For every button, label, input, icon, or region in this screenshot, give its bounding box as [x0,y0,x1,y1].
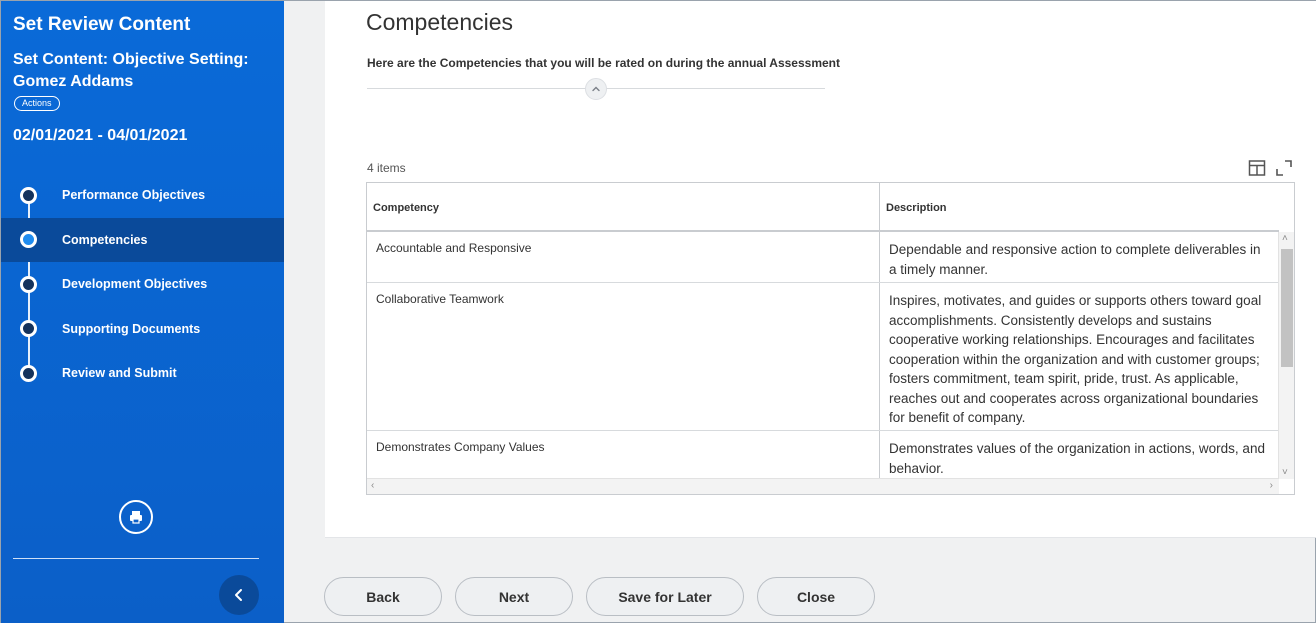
step-competencies[interactable]: Competencies [1,217,284,262]
save-for-later-button[interactable]: Save for Later [586,577,744,616]
competency-cell: Collaborative Teamwork [376,292,504,306]
table-header: Competency Description [367,183,1279,232]
step-dot-icon [20,320,37,338]
step-label: Competencies [62,232,148,247]
collapse-section-button[interactable] [585,78,607,100]
step-development-objectives[interactable]: Development Objectives [1,262,284,307]
table-layout-icon [1248,160,1266,176]
close-button[interactable]: Close [757,577,875,616]
next-button[interactable]: Next [455,577,573,616]
horizontal-scrollbar[interactable]: ‹ › [367,478,1279,494]
scrollbar-thumb[interactable] [1281,249,1293,367]
table-body: Accountable and Responsive Dependable an… [367,232,1279,491]
collapse-sidebar-button[interactable] [219,575,259,615]
intro-text: Here are the Competencies that you will … [367,56,840,70]
scroll-left-icon[interactable]: ‹ [371,480,374,491]
step-label: Development Objectives [62,277,208,292]
print-icon [130,511,142,524]
step-list: Performance Objectives Competencies Deve… [1,173,284,396]
sidebar-divider [13,558,259,559]
description-cell: Inspires, motivates, and guides or suppo… [879,283,1279,430]
back-button[interactable]: Back [324,577,442,616]
chevron-up-icon [592,86,600,92]
step-supporting-documents[interactable]: Supporting Documents [1,307,284,352]
scroll-down-icon[interactable]: ˅ [1282,467,1288,478]
column-header-competency[interactable]: Competency [367,183,879,232]
vertical-scrollbar[interactable]: ˄ ˅ [1278,232,1294,479]
step-dot-icon [20,275,37,293]
table-row[interactable]: Collaborative Teamwork Inspires, motivat… [367,283,1279,431]
step-label: Supporting Documents [62,321,201,336]
expand-icon [1276,160,1292,176]
print-button[interactable] [119,500,153,534]
table-row[interactable]: Accountable and Responsive Dependable an… [367,232,1279,283]
sidebar-title: Set Review Content [13,14,191,35]
step-dot-icon [20,364,37,382]
chevron-left-icon [235,589,242,601]
step-review-and-submit[interactable]: Review and Submit [1,351,284,396]
step-label: Review and Submit [62,366,177,381]
scroll-up-icon[interactable]: ˄ [1282,233,1288,244]
column-header-description[interactable]: Description [879,183,1279,232]
step-performance-objectives[interactable]: Performance Objectives [1,173,284,218]
step-label: Performance Objectives [62,188,206,203]
competencies-table: Competency Description Accountable and R… [366,182,1295,495]
fullscreen-button[interactable] [1275,159,1293,182]
step-dot-icon [20,186,37,204]
page-title: Competencies [366,9,514,35]
competency-cell: Accountable and Responsive [376,241,532,255]
step-dot-icon [20,231,37,249]
review-dates: 02/01/2021 - 04/01/2021 [13,127,188,144]
competency-cell: Demonstrates Company Values [376,440,545,454]
scroll-right-icon[interactable]: › [1270,480,1273,491]
sidebar-subtitle: Set Content: Objective Setting: Gomez Ad… [13,51,249,90]
items-count: 4 items [367,161,406,175]
sidebar: Set Review Content Set Content: Objectiv… [1,1,284,623]
description-cell: Dependable and responsive action to comp… [879,232,1279,282]
column-layout-button[interactable] [1248,159,1266,182]
actions-button[interactable]: Actions [14,96,60,111]
